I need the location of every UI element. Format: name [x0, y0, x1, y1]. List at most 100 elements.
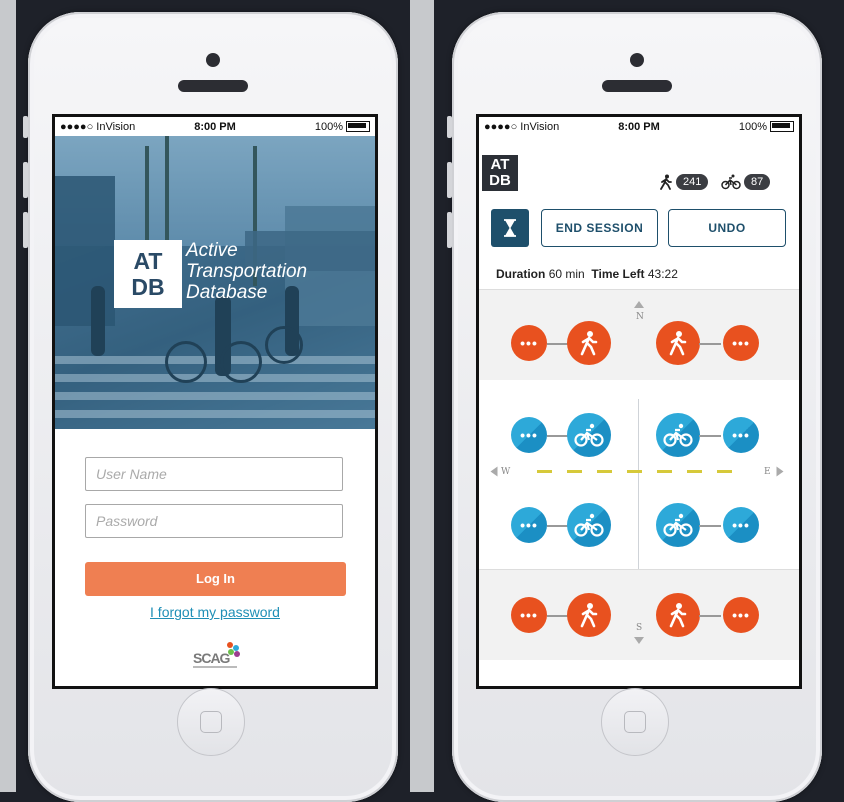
scag-logo: SCAG — [193, 642, 243, 672]
lane-dash — [597, 470, 612, 473]
logo-line-2: DB — [131, 274, 165, 300]
earpiece-speaker — [602, 80, 672, 92]
bike-counter: 87 — [721, 174, 771, 190]
west-arrow-icon — [490, 466, 498, 477]
battery-percent: 100% — [738, 120, 767, 133]
bike-count-button[interactable] — [656, 413, 700, 457]
pedestrian-icon — [660, 174, 672, 190]
battery-icon — [770, 121, 794, 133]
phone-session: ●●●●○ InVision 8:00 PM 100% AT DB 241 87 — [447, 12, 822, 802]
bike-count-button[interactable] — [567, 503, 611, 547]
app-title-line: Active — [186, 240, 238, 261]
app-title: Active Transportation Database — [186, 240, 307, 303]
login-button[interactable]: Log In — [85, 562, 346, 596]
app-title-line: Transportation — [186, 261, 308, 282]
compass-south: S — [636, 623, 643, 633]
duration-label: Duration — [496, 267, 546, 281]
logo-line-1: AT — [133, 248, 163, 274]
battery-indicator: 100% — [739, 121, 794, 133]
bike-options-button[interactable]: ••• — [723, 417, 759, 453]
lane-dash — [567, 470, 582, 473]
lane-dash — [627, 470, 642, 473]
volume-down-button — [23, 212, 28, 248]
duration-value: 60 min — [548, 267, 585, 281]
logo-line-1: AT — [490, 156, 510, 173]
hourglass-icon — [504, 219, 516, 237]
home-button[interactable] — [601, 688, 669, 756]
bike-count-button[interactable] — [567, 413, 611, 457]
pedestrian-options-button[interactable]: ••• — [723, 597, 759, 633]
atdb-logo: AT DB — [482, 155, 518, 191]
end-session-button[interactable]: END SESSION — [541, 209, 658, 247]
bike-options-button[interactable]: ••• — [511, 417, 547, 453]
bicycle-icon — [574, 513, 604, 537]
scag-logo-text: SCAG — [193, 650, 230, 666]
battery-indicator: 100% — [315, 121, 370, 133]
connector-line — [699, 615, 721, 617]
backdrop-divider — [410, 0, 434, 792]
volume-up-button — [23, 162, 28, 198]
compass-east: E — [764, 467, 771, 477]
time-left-value: 43:22 — [647, 267, 678, 281]
collapse-button[interactable] — [491, 209, 529, 247]
east-arrow-icon — [776, 466, 784, 477]
center-divider — [638, 399, 639, 569]
logo-line-2: DB — [489, 172, 511, 189]
pedestrian-icon — [669, 331, 687, 356]
pedestrian-options-button[interactable]: ••• — [511, 597, 547, 633]
password-field[interactable]: Password — [85, 504, 343, 538]
lane-dash — [717, 470, 732, 473]
earpiece-speaker — [178, 80, 248, 92]
bike-count-badge: 87 — [744, 174, 771, 190]
south-arrow-icon — [634, 637, 644, 644]
lane-dash — [657, 470, 672, 473]
login-screen: ●●●●○ InVision 8:00 PM 100% AT DB Active… — [52, 114, 378, 689]
mute-switch — [447, 116, 452, 138]
connector-line — [547, 343, 569, 345]
front-camera — [630, 53, 644, 67]
undo-button[interactable]: UNDO — [668, 209, 786, 247]
bike-options-button[interactable]: ••• — [511, 507, 547, 543]
bike-count-button[interactable] — [656, 503, 700, 547]
pedestrian-count-button[interactable] — [567, 321, 611, 365]
north-arrow-icon — [634, 301, 644, 308]
compass-north: N — [636, 312, 644, 322]
time-left-label: Time Left — [591, 267, 645, 281]
connector-line — [699, 343, 721, 345]
backdrop-edge-left — [0, 0, 16, 792]
pedestrian-count-badge: 241 — [676, 174, 709, 190]
pedestrian-count-button[interactable] — [656, 593, 700, 637]
mute-switch — [23, 116, 28, 138]
compass-west: W — [501, 467, 511, 477]
app-title-line: Database — [186, 282, 268, 303]
connector-line — [547, 525, 569, 527]
bike-options-button[interactable]: ••• — [723, 507, 759, 543]
pedestrian-icon — [669, 603, 687, 628]
home-button[interactable] — [177, 688, 245, 756]
connector-line — [547, 615, 569, 617]
lane-dash — [537, 470, 552, 473]
status-bar: ●●●●○ InVision 8:00 PM 100% — [479, 117, 799, 136]
pedestrian-count-button[interactable] — [567, 593, 611, 637]
pedestrian-counter: 241 — [659, 174, 709, 190]
bicycle-icon — [663, 423, 693, 447]
connector-line — [699, 435, 721, 437]
phone-login: ●●●●○ InVision 8:00 PM 100% AT DB Active… — [23, 12, 398, 802]
connector-line — [547, 435, 569, 437]
front-camera — [206, 53, 220, 67]
bicycle-icon — [574, 423, 604, 447]
volume-up-button — [447, 162, 452, 198]
pedestrian-options-button[interactable]: ••• — [723, 325, 759, 361]
bicycle-icon — [721, 174, 741, 190]
pedestrian-icon — [580, 603, 598, 628]
battery-percent: 100% — [314, 120, 343, 133]
count-session-screen: ●●●●○ InVision 8:00 PM 100% AT DB 241 87 — [476, 114, 802, 689]
pedestrian-count-button[interactable] — [656, 321, 700, 365]
pedestrian-icon — [580, 331, 598, 356]
session-timer: Duration 60 min Time Left 43:22 — [496, 267, 678, 281]
status-bar: ●●●●○ InVision 8:00 PM 100% — [55, 117, 375, 136]
carrier-label: ●●●●○ InVision — [60, 120, 136, 133]
pedestrian-options-button[interactable]: ••• — [511, 325, 547, 361]
forgot-password-link[interactable]: I forgot my password — [55, 604, 375, 620]
username-field[interactable]: User Name — [85, 457, 343, 491]
